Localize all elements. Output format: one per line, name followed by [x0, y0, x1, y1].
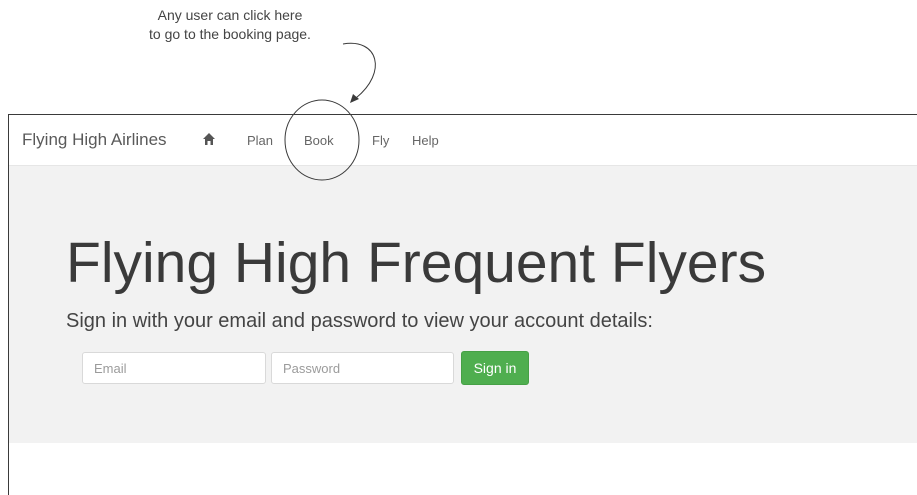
hero-section: Flying High Frequent Flyers Sign in with… [9, 166, 917, 443]
page-footer-area [9, 443, 917, 495]
top-navbar: Flying High Airlines Plan Book Fly Help [9, 115, 917, 166]
email-field[interactable] [82, 352, 266, 384]
home-icon[interactable] [202, 132, 216, 146]
callout-line-1: Any user can click here [157, 7, 303, 23]
app-window: Flying High Airlines Plan Book Fly Help … [8, 114, 917, 495]
callout-line-2: to go to the booking page. [149, 26, 311, 42]
sign-in-button[interactable]: Sign in [461, 351, 529, 385]
arrow-head-icon [350, 94, 359, 103]
password-field[interactable] [271, 352, 454, 384]
annotation-arrow [342, 42, 376, 99]
page-title: Flying High Frequent Flyers [66, 231, 767, 295]
annotation-callout: Any user can click here to go to the boo… [100, 6, 360, 44]
brand-link[interactable]: Flying High Airlines [22, 130, 167, 150]
nav-item-help[interactable]: Help [412, 133, 439, 148]
page-subtitle: Sign in with your email and password to … [66, 310, 653, 332]
nav-item-book[interactable]: Book [304, 133, 334, 148]
nav-item-fly[interactable]: Fly [372, 133, 389, 148]
nav-item-plan[interactable]: Plan [247, 133, 273, 148]
